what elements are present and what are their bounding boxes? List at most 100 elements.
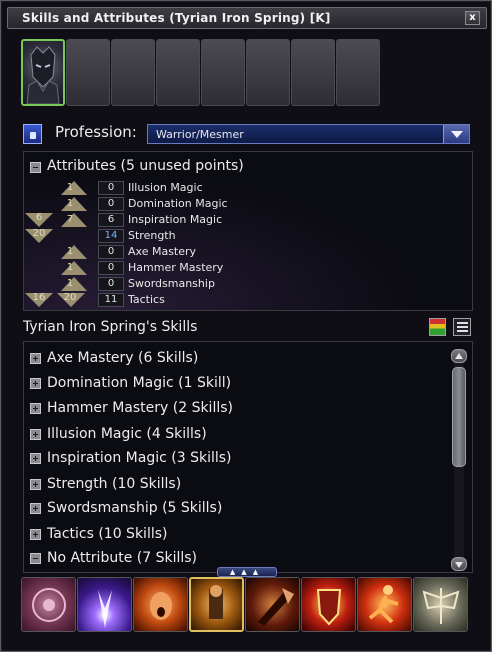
skills-attributes-window: Skills and Attributes (Tyrian Iron Sprin… [0,0,492,652]
skills-title: Tyrian Iron Spring's Skills [23,319,198,335]
chevron-down-icon[interactable] [443,125,469,143]
skill-group-row[interactable]: Strength (10 Skills) [30,476,450,496]
close-button[interactable]: x [465,11,480,25]
skills-scrollbar[interactable] [451,349,467,571]
sprint-runner-icon [368,585,399,624]
skill-slot-3[interactable] [133,577,188,632]
skill-group-row[interactable]: Swordsmanship (5 Skills) [30,500,450,520]
expand-plus-icon[interactable] [30,503,41,514]
shout-face-icon [150,592,172,620]
expand-plus-icon[interactable] [30,479,41,490]
skill-group-label: Axe Mastery (6 Skills) [47,350,199,366]
attribute-name: Tactics [128,293,165,306]
skill-slot-4[interactable] [189,577,244,632]
skill-slot-1[interactable] [21,577,76,632]
attribute-bonus: 20 [32,228,46,239]
filter-colors-icon[interactable] [429,318,446,336]
attribute-value: 0 [98,245,124,259]
shield-guard-icon [316,589,342,626]
empty-skill-slot[interactable] [336,39,380,106]
expand-plus-icon[interactable] [30,429,41,440]
attributes-panel: Attributes (5 unused points) 1 0 Illusio… [23,151,473,311]
attribute-value: 6 [98,213,124,227]
attribute-row: 6 7 6 Inspiration Magic [24,212,464,229]
skill-group-label: Hammer Mastery (2 Skills) [47,400,233,416]
profession-label: Profession: [55,123,137,141]
skill-slot-5[interactable] [245,577,300,632]
skill-slot-7[interactable] [357,577,412,632]
lock-icon[interactable] [23,124,42,144]
profession-row: Profession: Warrior/Mesmer [21,123,473,147]
attribute-row: 1 0 Illusion Magic [24,181,464,197]
skill-group-label: Strength (10 Skills) [47,476,182,492]
attribute-rank: 1 [66,262,74,273]
attributes-header: Attributes (5 unused points) [47,158,244,174]
empty-skill-slot[interactable] [201,39,245,106]
skill-group-row[interactable]: Inspiration Magic (3 Skills) [30,450,450,470]
resize-grip[interactable]: ▲▲▲ [217,567,277,577]
attribute-value: 0 [98,277,124,291]
attribute-rank: 1 [66,278,74,289]
warrior-stance-icon [209,585,223,619]
winged-emblem-icon [422,588,460,624]
attribute-name: Axe Mastery [128,245,197,258]
scroll-thumb[interactable] [452,367,466,467]
skill-group-label: Swordsmanship (5 Skills) [47,500,223,516]
skill-group-row[interactable]: Axe Mastery (6 Skills) [30,350,450,370]
expand-plus-icon[interactable] [30,529,41,540]
attribute-row: 1 0 Swordsmanship [24,277,464,293]
attribute-row: 1 0 Hammer Mastery [24,261,464,277]
attribute-row: 20 14 Strength [24,228,464,245]
window-title: Skills and Attributes (Tyrian Iron Sprin… [22,11,331,25]
attribute-value: 14 [98,229,124,243]
empty-skill-slot[interactable] [291,39,335,106]
attribute-value: 11 [98,293,124,307]
scroll-down-icon[interactable] [451,557,467,571]
profession-value: Warrior/Mesmer [156,128,244,141]
collapse-minus-icon[interactable] [30,553,41,564]
skill-group-label: No Attribute (7 Skills) [47,550,197,566]
attribute-rank: 7 [66,214,74,225]
attribute-name: Swordsmanship [128,277,215,290]
warrior-helm-icon [26,46,60,104]
attribute-value: 0 [98,197,124,211]
skill-group-row[interactable]: Tactics (10 Skills) [30,526,450,546]
skills-list-panel: Axe Mastery (6 Skills) Domination Magic … [23,341,473,573]
attribute-value: 0 [98,181,124,195]
expand-plus-icon[interactable] [30,453,41,464]
empty-skill-slot[interactable] [156,39,200,106]
skill-slot-8[interactable] [413,577,468,632]
title-bar[interactable]: Skills and Attributes (Tyrian Iron Sprin… [7,7,487,29]
scroll-up-icon[interactable] [451,349,467,363]
expand-plus-icon[interactable] [30,378,41,389]
axe-strike-icon [258,588,294,626]
skill-group-row[interactable]: Domination Magic (1 Skill) [30,375,450,395]
attribute-bonus: 16 [32,292,46,303]
character-portrait[interactable] [21,39,65,106]
skill-group-label: Tactics (10 Skills) [47,526,168,542]
empty-skill-slot[interactable] [246,39,290,106]
list-view-icon[interactable] [453,318,471,336]
attribute-value: 0 [98,261,124,275]
attribute-rank: 1 [66,198,74,209]
skill-group-row[interactable]: Illusion Magic (4 Skills) [30,426,450,446]
expand-plus-icon[interactable] [30,403,41,414]
skill-group-row[interactable]: Hammer Mastery (2 Skills) [30,400,450,420]
skill-slot-6[interactable] [301,577,356,632]
skill-group-label: Domination Magic (1 Skill) [47,375,232,391]
empty-skill-slot[interactable] [111,39,155,106]
mesmer-sigil-icon [32,588,66,622]
energy-burst-icon [98,590,112,628]
attribute-rank: 1 [66,182,74,193]
empty-skill-slot[interactable] [66,39,110,106]
attribute-name: Hammer Mastery [128,261,224,274]
attribute-bonus: 6 [35,212,43,223]
attribute-name: Strength [128,229,176,242]
attribute-name: Illusion Magic [128,181,203,194]
expand-plus-icon[interactable] [30,353,41,364]
collapse-attributes-icon[interactable] [30,162,41,173]
attribute-row: 16 20 11 Tactics [24,292,464,309]
skill-slot-2[interactable] [77,577,132,632]
attribute-rank: 20 [63,292,77,303]
profession-select[interactable]: Warrior/Mesmer [147,124,470,144]
